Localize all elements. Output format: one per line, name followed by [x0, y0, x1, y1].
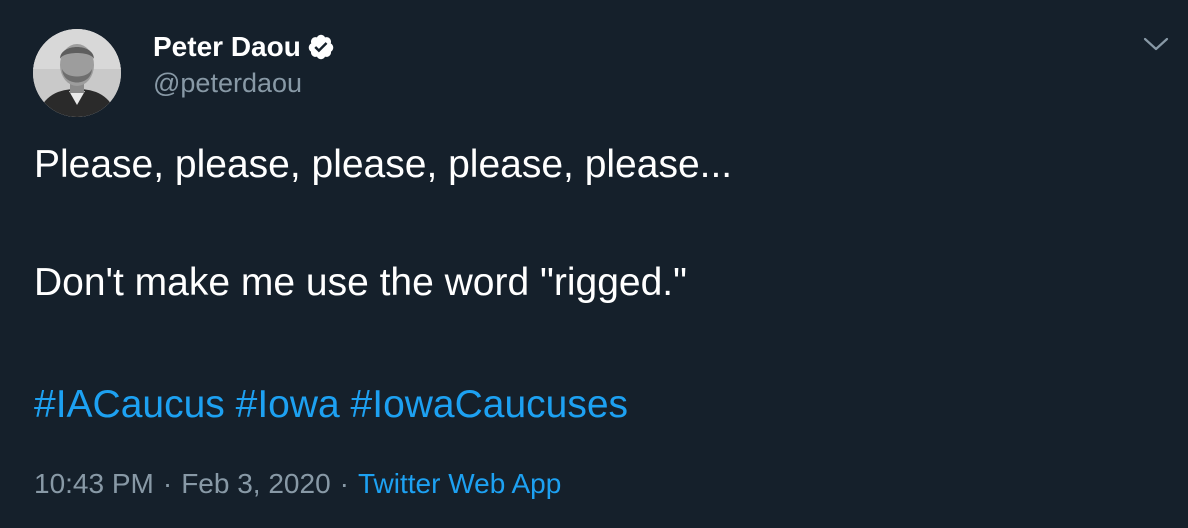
tweet-card: Peter Daou @peterdaou Please, please, pl… — [0, 0, 1188, 528]
tweet-date[interactable]: Feb 3, 2020 — [181, 468, 330, 499]
tweet-time[interactable]: 10:43 PM — [34, 468, 154, 499]
author-name-row: Peter Daou — [153, 30, 335, 64]
hashtag-row: #IACaucus #Iowa #IowaCaucuses — [34, 382, 628, 428]
more-options-button[interactable] — [1140, 28, 1172, 60]
tweet-text-line-1: Please, please, please, please, please..… — [34, 143, 733, 186]
separator-dot: · — [162, 468, 173, 499]
hashtag-link[interactable]: #IowaCaucuses — [351, 383, 629, 426]
separator-dot: · — [339, 468, 349, 499]
profile-photo-icon — [33, 29, 121, 117]
tweet-source-link[interactable]: Twitter Web App — [358, 468, 561, 499]
chevron-down-icon — [1143, 37, 1169, 51]
tweet-metadata: 10:43 PM · Feb 3, 2020 · Twitter Web App — [34, 466, 561, 502]
verified-badge-icon — [308, 34, 334, 60]
hashtag-link[interactable]: #Iowa — [236, 383, 340, 426]
author-display-name[interactable]: Peter Daou — [153, 30, 301, 64]
tweet-text-line-2: Don't make me use the word "rigged." — [34, 261, 687, 304]
author-handle[interactable]: @peterdaou — [153, 66, 302, 100]
hashtag-link[interactable]: #IACaucus — [34, 383, 225, 426]
avatar[interactable] — [33, 29, 121, 117]
